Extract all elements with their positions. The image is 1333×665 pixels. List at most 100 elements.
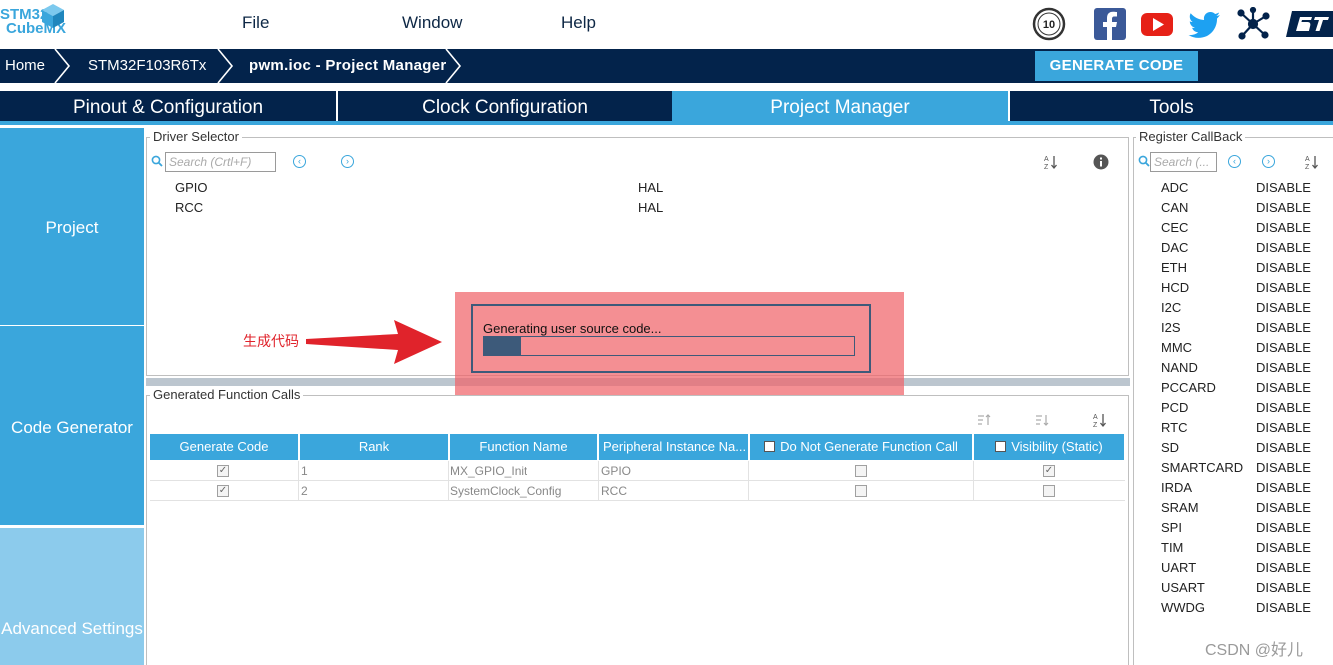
generate-code-button[interactable]: GENERATE CODE	[1035, 51, 1198, 81]
annotation-label: 生成代码	[243, 333, 299, 349]
breadcrumb-mcu[interactable]: STM32F103R6Tx	[88, 49, 206, 83]
move-up-icon[interactable]	[977, 413, 991, 427]
table-row[interactable]	[150, 481, 1125, 501]
callback-value[interactable]: DISABLE	[1256, 240, 1311, 255]
svg-text:A: A	[1093, 414, 1098, 421]
column-header-function-name[interactable]: Function Name	[450, 434, 597, 460]
visibility-checkbox[interactable]: ✓	[1043, 465, 1055, 477]
tab-project-manager[interactable]: Project Manager	[672, 91, 1008, 125]
callback-value[interactable]: DISABLE	[1256, 600, 1311, 615]
generate-checkbox[interactable]: ✓	[217, 465, 229, 477]
column-header-rank[interactable]: Rank	[300, 434, 448, 460]
sort-az-icon[interactable]: A Z	[1044, 154, 1058, 170]
callback-value[interactable]: DISABLE	[1256, 200, 1311, 215]
network-icon[interactable]	[1236, 6, 1270, 41]
nav-code-generator[interactable]: Code Generator	[0, 326, 144, 525]
callback-name: RTC	[1161, 420, 1188, 435]
menu-help[interactable]: Help	[561, 13, 596, 33]
callback-value[interactable]: DISABLE	[1256, 260, 1311, 275]
move-down-icon[interactable]	[1035, 413, 1049, 427]
callback-name: MMC	[1161, 340, 1193, 355]
sort-az-icon[interactable]: A Z	[1093, 412, 1107, 428]
callback-name: ETH	[1161, 260, 1187, 275]
info-icon[interactable]	[1093, 154, 1109, 170]
callback-value[interactable]: DISABLE	[1256, 320, 1311, 335]
nav-project[interactable]: Project	[0, 128, 144, 325]
youtube-icon[interactable]	[1140, 7, 1174, 41]
function-calls-legend: Generated Function Calls	[150, 387, 304, 402]
callback-name: TIM	[1161, 540, 1184, 555]
callback-name: NAND	[1161, 360, 1198, 375]
tab-tools[interactable]: Tools	[1010, 91, 1333, 125]
callback-value[interactable]: DISABLE	[1256, 560, 1311, 575]
badge-text: 10	[1043, 19, 1055, 31]
callback-value[interactable]: DISABLE	[1256, 460, 1311, 475]
callback-value[interactable]: DISABLE	[1256, 180, 1311, 195]
nav-advanced-settings[interactable]: Advanced Settings	[0, 528, 144, 665]
svg-text:A: A	[1044, 156, 1049, 163]
callback-value[interactable]: DISABLE	[1256, 340, 1311, 355]
callback-value[interactable]: DISABLE	[1256, 480, 1311, 495]
driver-value-rcc[interactable]: HAL	[638, 200, 663, 215]
driver-name-gpio: GPIO	[175, 180, 208, 195]
callback-name: CEC	[1161, 220, 1189, 235]
callback-value[interactable]: DISABLE	[1256, 420, 1311, 435]
do-not-generate-checkbox[interactable]	[855, 465, 867, 477]
driver-search-input[interactable]: Search (Crtl+F)	[165, 152, 276, 172]
tab-clock-configuration[interactable]: Clock Configuration	[338, 91, 672, 125]
column-header-generate-code[interactable]: Generate Code	[150, 434, 298, 460]
callback-name: UART	[1161, 560, 1197, 575]
register-search-input[interactable]: Search (...	[1150, 152, 1217, 172]
chevron-right-icon[interactable]: ›	[341, 155, 354, 168]
menu-window[interactable]: Window	[402, 13, 462, 33]
anniversary-badge-icon[interactable]: 10	[1032, 7, 1066, 41]
column-header-peripheral-instance[interactable]: Peripheral Instance Na...	[599, 434, 748, 460]
chevron-left-icon[interactable]: ‹	[293, 155, 306, 168]
svg-text:Z: Z	[1093, 422, 1098, 428]
progress-bar	[483, 336, 855, 356]
column-header-visibility-label: Visibility (Static)	[1011, 439, 1103, 454]
callback-value[interactable]: DISABLE	[1256, 580, 1311, 595]
driver-value-gpio[interactable]: HAL	[638, 180, 663, 195]
callback-name: PCD	[1161, 400, 1189, 415]
breadcrumb-chevron-icon	[54, 49, 71, 83]
st-logo-icon[interactable]	[1286, 7, 1333, 41]
callback-value[interactable]: DISABLE	[1256, 360, 1311, 375]
callback-value[interactable]: DISABLE	[1256, 520, 1311, 535]
column-header-do-not-generate[interactable]: Do Not Generate Function Call	[750, 434, 972, 460]
tab-pinout-configuration[interactable]: Pinout & Configuration	[0, 91, 336, 125]
chevron-left-icon[interactable]: ‹	[1228, 155, 1241, 168]
callback-value[interactable]: DISABLE	[1256, 440, 1311, 455]
menu-file[interactable]: File	[242, 13, 269, 33]
generate-checkbox[interactable]: ✓	[217, 485, 229, 497]
callback-value[interactable]: DISABLE	[1256, 300, 1311, 315]
function-name-cell: MX_GPIO_Init	[450, 464, 528, 478]
facebook-icon[interactable]	[1093, 7, 1127, 41]
callback-value[interactable]: DISABLE	[1256, 500, 1311, 515]
breadcrumb: Home STM32F103R6Tx pwm.ioc - Project Man…	[0, 49, 1333, 83]
callback-value[interactable]: DISABLE	[1256, 400, 1311, 415]
callback-name: SD	[1161, 440, 1180, 455]
progress-message: Generating user source code...	[483, 321, 662, 336]
search-icon	[151, 155, 163, 167]
nav-advanced-settings-label: Advanced Settings	[1, 619, 143, 638]
breadcrumb-home[interactable]: Home	[5, 49, 45, 83]
callback-value[interactable]: DISABLE	[1256, 380, 1311, 395]
function-name-cell: SystemClock_Config	[450, 484, 562, 498]
callback-value[interactable]: DISABLE	[1256, 220, 1311, 235]
chevron-right-icon[interactable]: ›	[1262, 155, 1275, 168]
callback-value[interactable]: DISABLE	[1256, 540, 1311, 555]
callback-name: USART	[1161, 580, 1205, 595]
breadcrumb-chevron-icon	[217, 49, 234, 83]
visibility-checkbox[interactable]	[1043, 485, 1055, 497]
twitter-icon[interactable]	[1188, 7, 1222, 41]
svg-text:Z: Z	[1305, 164, 1310, 170]
column-header-visibility[interactable]: Visibility (Static)	[974, 434, 1124, 460]
do-not-generate-checkbox[interactable]	[855, 485, 867, 497]
do-not-generate-all-checkbox[interactable]	[764, 441, 776, 452]
table-row[interactable]	[150, 461, 1125, 481]
callback-value[interactable]: DISABLE	[1256, 280, 1311, 295]
sort-az-icon[interactable]: A Z	[1305, 154, 1319, 170]
column-separator	[298, 461, 299, 501]
visibility-all-checkbox[interactable]	[995, 441, 1007, 452]
